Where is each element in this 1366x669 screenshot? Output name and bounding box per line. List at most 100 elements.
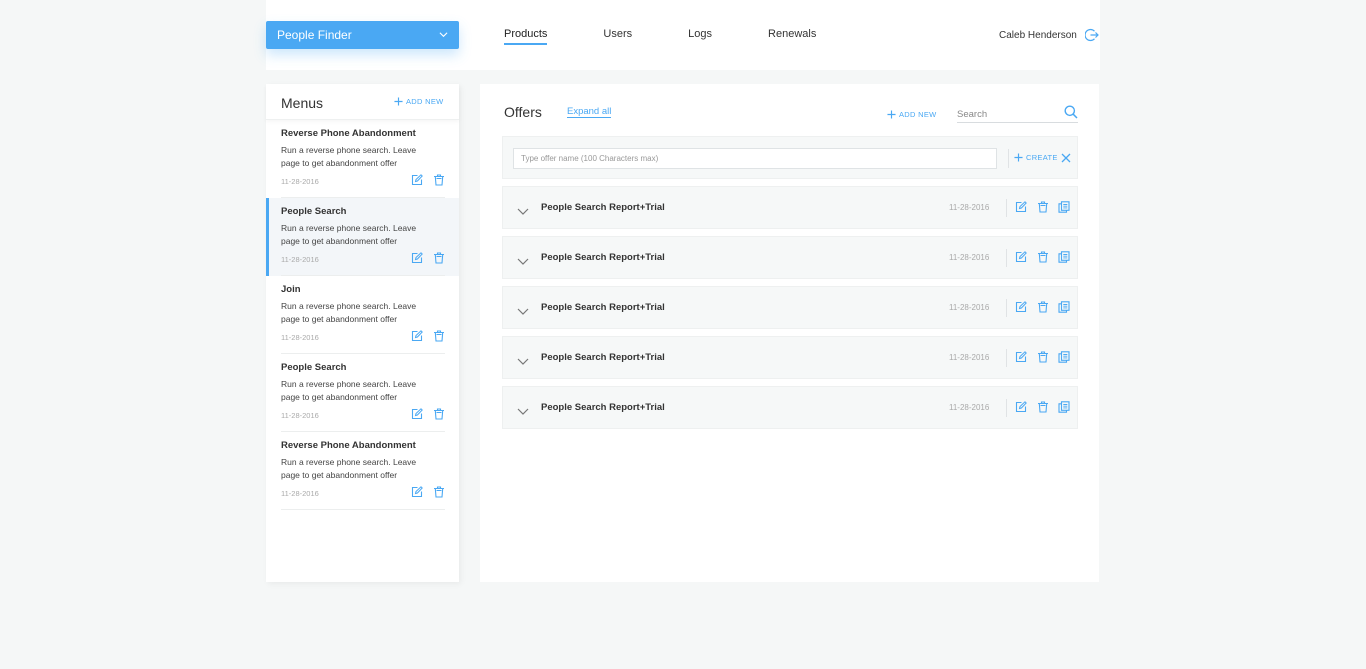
offer-row[interactable]: People Search Report+Trial 11-28-2016 bbox=[502, 186, 1078, 229]
menu-item-title: Reverse Phone Abandonment bbox=[281, 128, 416, 139]
menu-item-date: 11-28-2016 bbox=[281, 411, 319, 420]
menu-item[interactable]: Join Run a reverse phone search. Leave pa… bbox=[266, 276, 459, 354]
menu-item-description: Run a reverse phone search. Leave page t… bbox=[281, 379, 417, 402]
offer-date: 11-28-2016 bbox=[949, 403, 990, 412]
create-offer-button[interactable]: CREATE bbox=[1014, 153, 1058, 162]
offer-date: 11-28-2016 bbox=[949, 353, 990, 362]
edit-icon[interactable] bbox=[411, 252, 423, 264]
trash-icon[interactable] bbox=[433, 252, 445, 264]
offer-actions bbox=[1015, 401, 1080, 413]
edit-icon[interactable] bbox=[1015, 351, 1027, 363]
edit-icon[interactable] bbox=[411, 330, 423, 342]
copy-icon[interactable] bbox=[1058, 301, 1070, 313]
add-menu-label: ADD NEW bbox=[406, 97, 444, 106]
menu-item-content: People Search Run a reverse phone search.… bbox=[281, 362, 445, 432]
offer-name-input[interactable] bbox=[513, 148, 997, 169]
add-offer-button[interactable]: ADD NEW bbox=[887, 110, 937, 119]
menu-item-title: People Search bbox=[281, 362, 347, 373]
plus-icon bbox=[394, 97, 403, 106]
trash-icon[interactable] bbox=[433, 330, 445, 342]
trash-icon[interactable] bbox=[433, 486, 445, 498]
menu-item[interactable]: People Search Run a reverse phone search.… bbox=[266, 354, 459, 432]
menu-item-content: People Search Run a reverse phone search.… bbox=[281, 206, 445, 276]
menu-item-date: 11-28-2016 bbox=[281, 177, 319, 186]
expand-all-link[interactable]: Expand all bbox=[567, 106, 612, 118]
chevron-down-icon[interactable] bbox=[517, 203, 529, 215]
menu-item-description: Run a reverse phone search. Leave page t… bbox=[281, 223, 417, 246]
menu-item[interactable]: Reverse Phone Abandonment Run a reverse p… bbox=[266, 120, 459, 198]
top-header: People Finder Products Users Logs Renewa… bbox=[266, 0, 1100, 70]
copy-icon[interactable] bbox=[1058, 201, 1070, 213]
offer-row[interactable]: People Search Report+Trial 11-28-2016 bbox=[502, 336, 1078, 379]
menu-item-actions bbox=[401, 252, 445, 264]
chevron-down-icon bbox=[439, 32, 448, 38]
offer-row[interactable]: People Search Report+Trial 11-28-2016 bbox=[502, 386, 1078, 429]
chevron-down-icon[interactable] bbox=[517, 353, 529, 365]
user-name[interactable]: Caleb Henderson bbox=[999, 30, 1077, 41]
offer-row[interactable]: People Search Report+Trial 11-28-2016 bbox=[502, 286, 1078, 329]
nav-users[interactable]: Users bbox=[603, 28, 632, 45]
sidebar-header: Menus ADD NEW bbox=[266, 84, 459, 120]
offer-row[interactable]: People Search Report+Trial 11-28-2016 bbox=[502, 236, 1078, 279]
menu-item-title: Reverse Phone Abandonment bbox=[281, 440, 416, 451]
edit-icon[interactable] bbox=[1015, 401, 1027, 413]
nav-logs[interactable]: Logs bbox=[688, 28, 712, 45]
offer-actions bbox=[1015, 251, 1080, 263]
offer-date: 11-28-2016 bbox=[949, 203, 990, 212]
search-icon[interactable] bbox=[1064, 105, 1078, 119]
trash-icon[interactable] bbox=[1037, 201, 1049, 213]
menu-item-actions bbox=[401, 486, 445, 498]
app-selector-dropdown[interactable]: People Finder bbox=[266, 21, 459, 49]
menu-item-content: Reverse Phone Abandonment Run a reverse p… bbox=[281, 440, 445, 510]
menu-item-description: Run a reverse phone search. Leave page t… bbox=[281, 145, 417, 168]
search-input[interactable] bbox=[957, 106, 1057, 120]
copy-icon[interactable] bbox=[1058, 251, 1070, 263]
menu-item-title: People Search bbox=[281, 206, 347, 217]
nav-renewals[interactable]: Renewals bbox=[768, 28, 816, 45]
trash-icon[interactable] bbox=[1037, 301, 1049, 313]
trash-icon[interactable] bbox=[1037, 251, 1049, 263]
create-offer-row: CREATE bbox=[502, 136, 1078, 179]
offer-name: People Search Report+Trial bbox=[541, 352, 665, 363]
nav-products[interactable]: Products bbox=[504, 28, 548, 45]
edit-icon[interactable] bbox=[411, 486, 423, 498]
close-icon[interactable] bbox=[1061, 153, 1071, 163]
edit-icon[interactable] bbox=[1015, 301, 1027, 313]
copy-icon[interactable] bbox=[1058, 351, 1070, 363]
trash-icon[interactable] bbox=[1037, 351, 1049, 363]
menu-item-actions bbox=[401, 330, 445, 342]
offer-name: People Search Report+Trial bbox=[541, 402, 665, 413]
menu-item-actions bbox=[401, 408, 445, 420]
divider bbox=[1006, 199, 1007, 217]
menu-list: Reverse Phone Abandonment Run a reverse p… bbox=[266, 120, 459, 510]
chevron-down-icon[interactable] bbox=[517, 403, 529, 415]
offer-actions bbox=[1015, 301, 1080, 313]
edit-icon[interactable] bbox=[411, 174, 423, 186]
search-box bbox=[957, 104, 1078, 123]
trash-icon[interactable] bbox=[433, 174, 445, 186]
edit-icon[interactable] bbox=[411, 408, 423, 420]
menu-item-date: 11-28-2016 bbox=[281, 489, 319, 498]
menu-item[interactable]: People Search Run a reverse phone search.… bbox=[266, 198, 459, 276]
menu-item[interactable]: Reverse Phone Abandonment Run a reverse p… bbox=[266, 432, 459, 510]
chevron-down-icon[interactable] bbox=[517, 303, 529, 315]
menu-item-title: Join bbox=[281, 284, 301, 295]
divider bbox=[1006, 299, 1007, 317]
trash-icon[interactable] bbox=[1037, 401, 1049, 413]
offer-actions bbox=[1015, 351, 1080, 363]
menu-item-description: Run a reverse phone search. Leave page t… bbox=[281, 457, 417, 480]
divider bbox=[1008, 149, 1009, 168]
sidebar-title: Menus bbox=[281, 95, 324, 111]
menu-item-content: Join Run a reverse phone search. Leave pa… bbox=[281, 284, 445, 354]
copy-icon[interactable] bbox=[1058, 401, 1070, 413]
trash-icon[interactable] bbox=[433, 408, 445, 420]
chevron-down-icon[interactable] bbox=[517, 253, 529, 265]
offer-date: 11-28-2016 bbox=[949, 253, 990, 262]
edit-icon[interactable] bbox=[1015, 201, 1027, 213]
add-menu-button[interactable]: ADD NEW bbox=[394, 97, 444, 106]
app-selector-label: People Finder bbox=[277, 28, 352, 42]
main-nav: Products Users Logs Renewals bbox=[504, 28, 872, 45]
logout-icon[interactable] bbox=[1085, 28, 1099, 42]
offer-name: People Search Report+Trial bbox=[541, 202, 665, 213]
edit-icon[interactable] bbox=[1015, 251, 1027, 263]
